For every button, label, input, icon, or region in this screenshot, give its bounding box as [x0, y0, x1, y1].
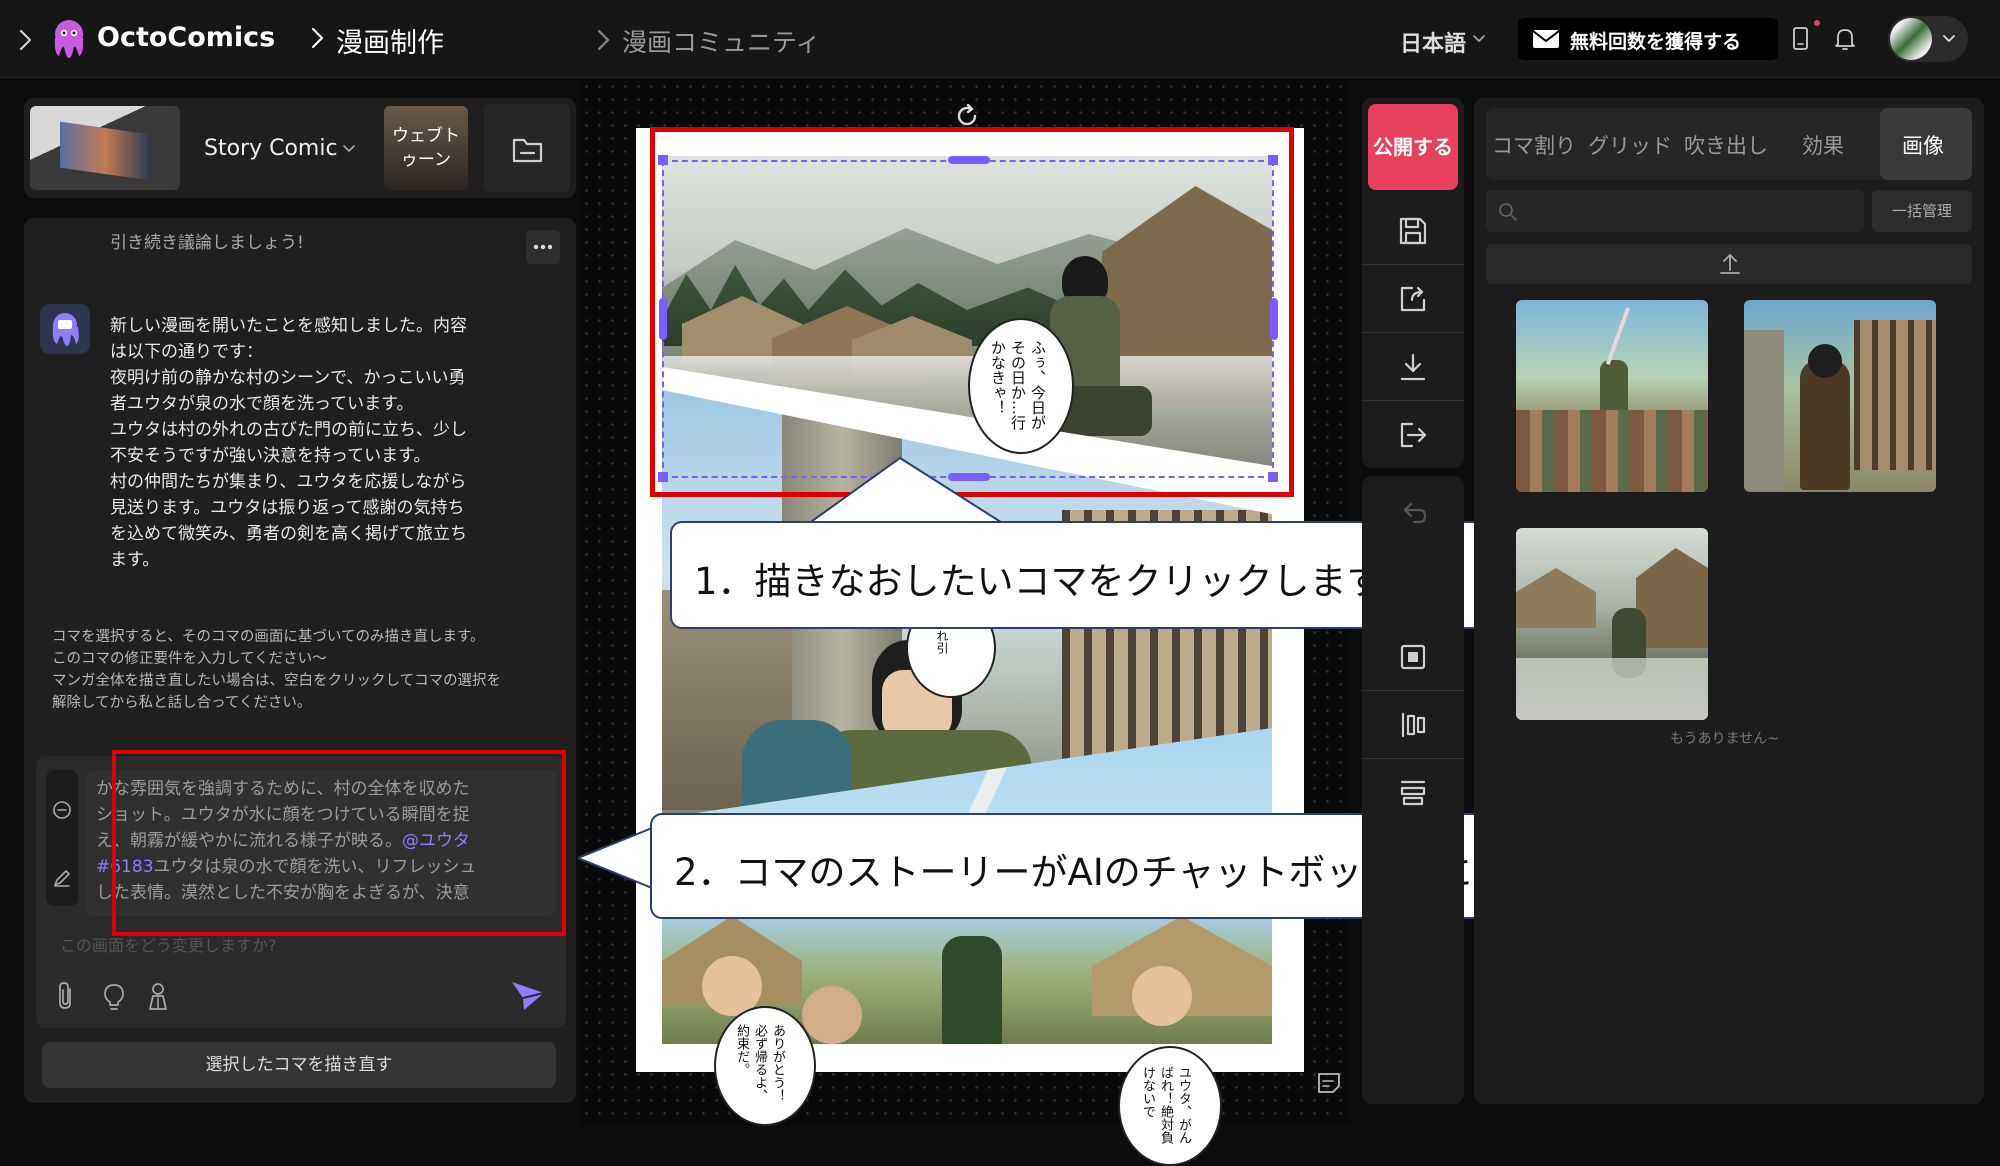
assistant-message-line: 夜明け前の静かな村のシーンで、かっこいい勇 [110, 368, 466, 388]
hint-line: マンガ全体を描き直したい場合は、空白をクリックしてコマの選択を [52, 673, 502, 689]
selection-hint: コマを選択すると、そのコマの画面に基づいてのみ描き直します。 このコマの修正要件を… [52, 626, 572, 714]
style-thumb-label: ウェブトゥーン [392, 126, 460, 170]
chevron-right-icon [311, 27, 324, 49]
callout-pointer [808, 456, 1008, 525]
assistant-message-line: を込めて微笑み、勇者の剣を高く掲げて旅立ち [110, 524, 467, 544]
align-vertical-icon[interactable] [1398, 710, 1428, 740]
notification-dot [1814, 20, 1820, 26]
lightbulb-icon[interactable] [102, 982, 126, 1012]
assistant-message-line: ユウタは村の外れの古びた門の前に立ち、少し [110, 420, 467, 440]
tab-images[interactable]: 画像 [1880, 108, 1972, 180]
tab-images-label: 画像 [1902, 134, 1944, 158]
hint-line: 解除してから私と話し合ってください。 [52, 695, 312, 711]
style-thumbnail[interactable]: ウェブトゥーン [384, 106, 468, 190]
image-thumbnail[interactable] [1744, 300, 1936, 492]
search-input[interactable] [1486, 190, 1864, 232]
fit-frame-icon[interactable] [1398, 642, 1428, 672]
chevron-right-icon [597, 29, 610, 51]
more-button[interactable] [526, 230, 560, 264]
assistant-message-line: 不安そうですが強い決意を持っています。 [110, 446, 431, 466]
tab-effects[interactable]: 効果 [1802, 130, 1844, 160]
mail-icon [1532, 30, 1560, 48]
mode-select[interactable]: Story Comic [204, 136, 338, 161]
chevron-down-icon [1943, 35, 1955, 42]
search-icon [1499, 203, 1517, 221]
phone-icon[interactable] [1792, 26, 1810, 52]
chevron-down-icon [343, 145, 355, 152]
prompt-highlight [112, 750, 566, 936]
align-horizontal-icon[interactable] [1398, 778, 1428, 808]
assistant-avatar [40, 304, 90, 354]
speech-bubble-4[interactable]: ユウタ、がんばれ！絶対負けないで [1118, 1046, 1222, 1166]
save-icon[interactable] [1398, 216, 1428, 246]
bell-icon[interactable] [1834, 26, 1856, 52]
speech-bubble-3[interactable]: ありがとう！必ず帰るよ、約束だ。 [714, 1006, 816, 1126]
language-select[interactable]: 日本語 [1400, 26, 1466, 58]
redraw-button[interactable]: 選択したコマを描き直す [42, 1042, 556, 1088]
callout-1-text: 1．描きなおしたいコマをクリックします [694, 560, 1384, 603]
undo-icon[interactable] [1398, 498, 1428, 528]
nav-create[interactable]: 漫画制作 [336, 21, 444, 60]
tab-frames[interactable]: コマ割り [1492, 130, 1576, 160]
download-icon[interactable] [1398, 352, 1428, 382]
exit-icon[interactable] [1398, 420, 1428, 450]
send-icon[interactable] [510, 978, 546, 1012]
paperclip-icon[interactable] [56, 981, 76, 1011]
upload-button[interactable] [1486, 244, 1972, 284]
hint-line: コマを選択すると、そのコマの画面に基づいてのみ描き直します。 [52, 629, 485, 645]
panel-highlight [650, 127, 1294, 497]
no-more-label: もうありません~ [1670, 731, 1779, 747]
bubble-text: ユウタ、がんばれ！絶対負けないで [1140, 1066, 1191, 1144]
nav-community[interactable]: 漫画コミュニティ [622, 23, 821, 59]
top-bar: OctoComics 漫画制作 漫画コミュニティ 日本語 無料回数を獲得する [0, 0, 2000, 78]
assets-panel: コマ割り グリッド 吹き出し 効果 画像 一括管理 もうありません~ [1474, 98, 1984, 1104]
folder-icon [512, 138, 543, 163]
more-icon [533, 244, 553, 250]
bulk-manage-button[interactable]: 一括管理 [1872, 190, 1972, 232]
chat-first-message: 引き続き議論しましょう! [110, 233, 304, 253]
assistant-message-line: は以下の通りです： [110, 342, 263, 362]
chat-panel: 引き続き議論しましょう! 新しい漫画を開いたことを感知しました。内容 は以下の通り… [24, 218, 576, 1103]
octopus-assistant-icon [52, 313, 79, 346]
upload-icon [1720, 254, 1740, 274]
logo-text[interactable]: OctoComics [97, 22, 275, 53]
callout-pointer [578, 826, 654, 890]
tab-bar: コマ割り グリッド 吹き出し 効果 画像 [1486, 108, 1972, 180]
share-icon[interactable] [1398, 284, 1428, 314]
avatar [1890, 18, 1932, 60]
chevron-down-icon [1473, 35, 1485, 42]
assistant-message-line: 見送ります。ユウタは振り返って感謝の気持ち [110, 498, 465, 518]
hint-line: このコマの修正要件を入力してください～ [52, 651, 327, 667]
assistant-message: 新しい漫画を開いたことを感知しました。内容 は以下の通りです： 夜明け前の静かな村の… [110, 313, 530, 573]
character-icon[interactable] [146, 982, 170, 1012]
promo-label: 無料回数を獲得する [1570, 31, 1742, 53]
chevron-right-icon[interactable] [18, 29, 32, 51]
image-thumbnail[interactable] [1516, 528, 1708, 720]
assistant-message-line: 新しい漫画を開いたことを感知しました。内容 [110, 316, 467, 336]
image-thumbnail[interactable] [1516, 300, 1708, 492]
assistant-message-line: 者ユウタが泉の水で顔を洗っています。 [110, 394, 414, 414]
bubble-text: ありがとう！必ず帰るよ、約束だ。 [734, 1024, 785, 1102]
user-menu[interactable] [1888, 16, 1968, 62]
collapse-icon[interactable] [52, 800, 72, 820]
octopus-logo-icon [54, 20, 84, 58]
tab-bubbles[interactable]: 吹き出し [1684, 130, 1768, 160]
mode-thumbnail [30, 106, 180, 190]
publish-button[interactable]: 公開する [1368, 104, 1458, 190]
assistant-message-line: ます。 [110, 550, 160, 570]
edit-toolbar [1362, 476, 1464, 1104]
mode-bar: Story Comic ウェブトゥーン [24, 98, 576, 198]
rotate-icon[interactable] [956, 104, 980, 128]
promo-button[interactable]: 無料回数を獲得する [1518, 18, 1778, 60]
assistant-message-line: 村の仲間たちが集まり、ユウタを応援しながら [110, 472, 467, 492]
note-icon[interactable] [1316, 1070, 1342, 1096]
action-toolbar: 公開する [1362, 98, 1464, 468]
prompt-tools [46, 770, 78, 906]
tab-grid[interactable]: グリッド [1588, 130, 1672, 160]
edit-icon[interactable] [52, 868, 72, 888]
folder-button[interactable] [484, 104, 570, 192]
